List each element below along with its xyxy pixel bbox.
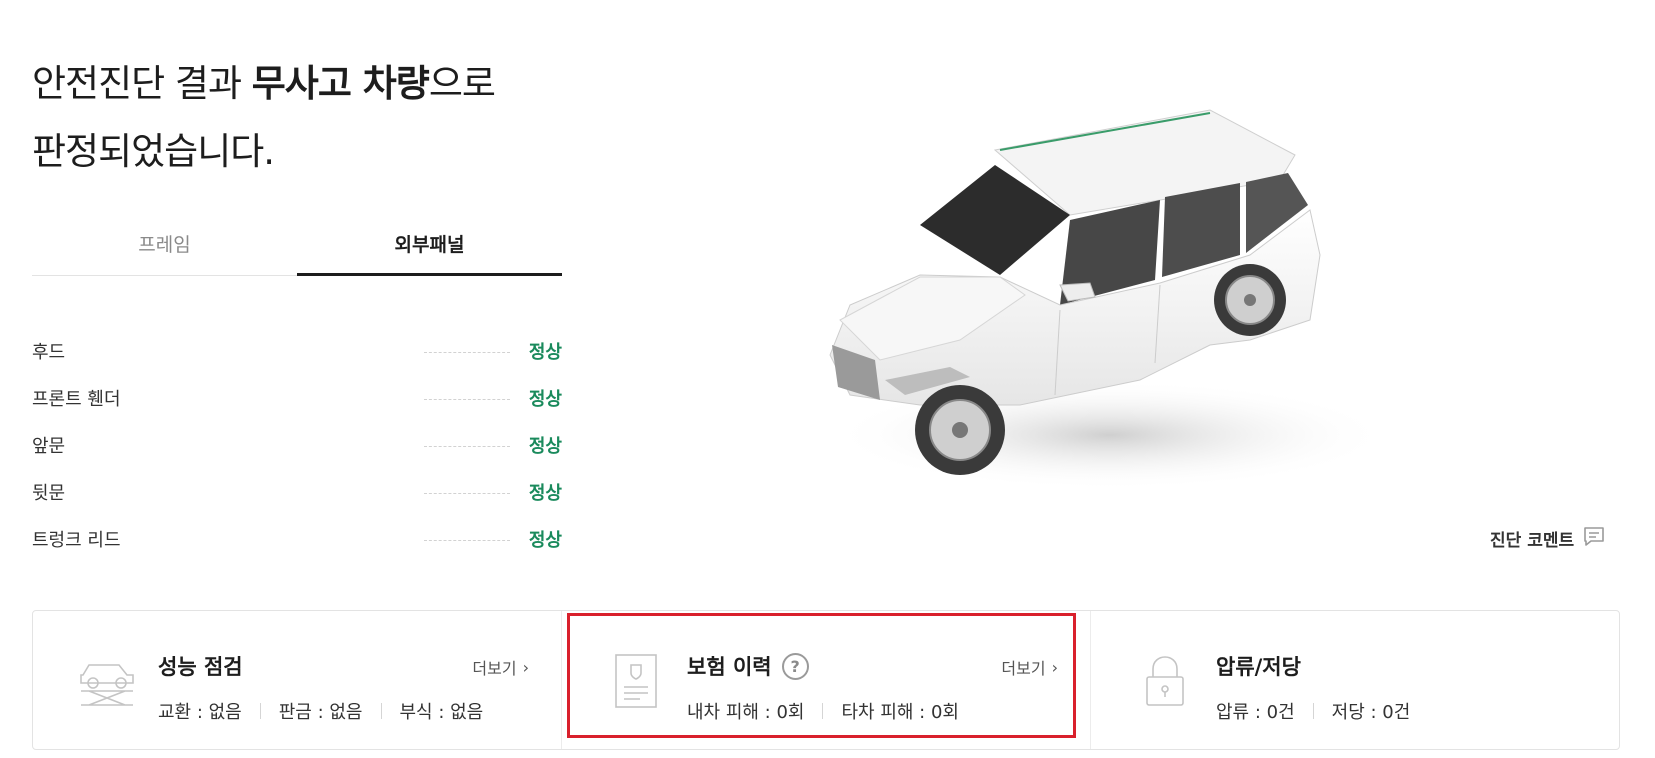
part-name: 뒷문	[32, 483, 66, 504]
performance-more-link[interactable]: 더보기 ›	[472, 655, 529, 679]
headline-line-2: 판정되었습니다.	[32, 130, 275, 173]
part-status: 정상	[528, 436, 562, 457]
lien-title: 압류/저당	[1216, 655, 1301, 679]
list-item: 앞문 정상	[32, 423, 562, 470]
lien-stats: 압류 : 0건 저당 : 0건	[1216, 698, 1410, 724]
performance-title: 성능 점검	[158, 655, 243, 679]
inspection-tabs: 프레임 외부패널	[32, 212, 562, 276]
part-status: 정상	[528, 483, 562, 504]
part-name: 후드	[32, 342, 66, 363]
car-image	[810, 105, 1400, 525]
tab-exterior-panel[interactable]: 외부패널	[297, 212, 562, 276]
parts-list: 후드 정상 프론트 휀더 정상 앞문 정상 뒷문 정상 트렁크 리드 정상	[32, 329, 562, 564]
dotted-leader	[424, 493, 510, 494]
part-status: 정상	[528, 342, 562, 363]
part-name: 앞문	[32, 436, 66, 457]
divider	[259, 703, 261, 719]
list-item: 뒷문 정상	[32, 470, 562, 517]
headline-line-1: 안전진단 결과 무사고 차량으로	[32, 62, 496, 105]
dotted-leader	[424, 352, 510, 353]
part-name: 프론트 휀더	[32, 389, 121, 410]
dotted-leader	[424, 446, 510, 447]
dotted-leader	[424, 399, 510, 400]
stat-sheet-metal: 판금 : 없음	[278, 702, 363, 723]
chevron-right-icon: ›	[522, 657, 529, 677]
headline-emphasis: 무사고 차량	[251, 62, 430, 105]
lock-icon	[1133, 649, 1197, 713]
dotted-leader	[424, 540, 510, 541]
car-lift-icon	[75, 649, 139, 713]
list-item: 트렁크 리드 정상	[32, 517, 562, 564]
part-status: 정상	[528, 389, 562, 410]
performance-stats: 교환 : 없음 판금 : 없음 부식 : 없음	[158, 698, 483, 724]
list-item: 후드 정상	[32, 329, 562, 376]
list-item: 프론트 휀더 정상	[32, 376, 562, 423]
divider	[380, 703, 382, 719]
part-name: 트렁크 리드	[32, 530, 121, 551]
stat-exchange: 교환 : 없음	[158, 702, 242, 723]
tab-frame[interactable]: 프레임	[32, 212, 297, 275]
performance-check-card: 성능 점검 더보기 › 교환 : 없음 판금 : 없음 부식 : 없음	[33, 611, 562, 749]
result-headline: 안전진단 결과 무사고 차량으로 판정되었습니다.	[32, 50, 496, 186]
diagnostic-comment-button[interactable]: 진단 코멘트	[1490, 525, 1606, 552]
lien-mortgage-card: 압류/저당 압류 : 0건 저당 : 0건	[1091, 611, 1619, 749]
comment-icon	[1582, 525, 1606, 552]
stat-corrosion: 부식 : 없음	[399, 702, 484, 723]
comment-label: 진단 코멘트	[1490, 531, 1575, 551]
stat-seizure: 압류 : 0건	[1216, 702, 1295, 723]
divider	[1312, 703, 1314, 719]
stat-mortgage: 저당 : 0건	[1331, 702, 1411, 723]
insurance-highlight-box	[567, 613, 1076, 738]
part-status: 정상	[528, 530, 562, 551]
